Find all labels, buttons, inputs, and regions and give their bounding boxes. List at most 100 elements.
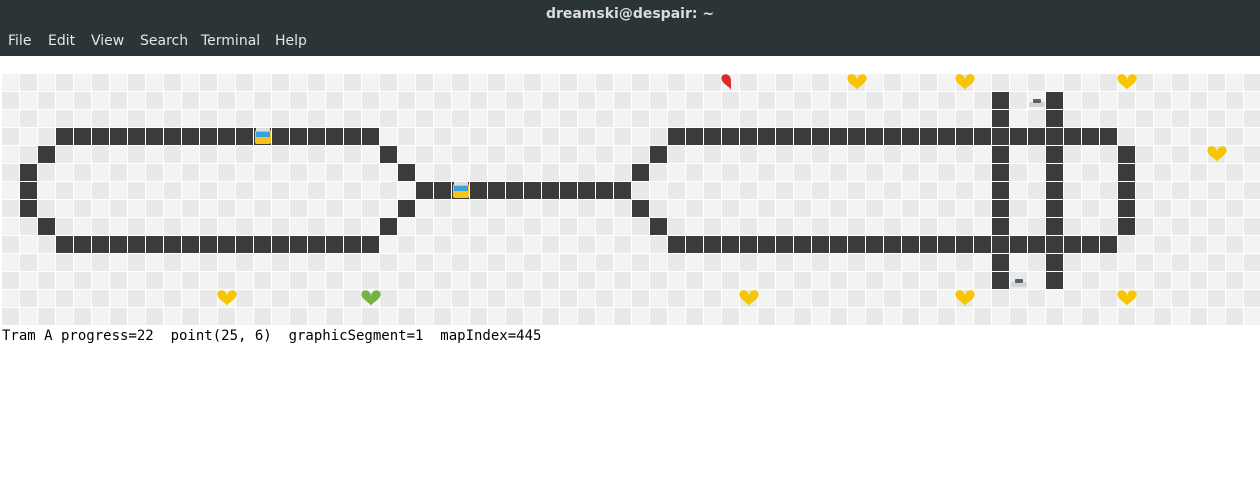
grid-cell (272, 110, 289, 127)
grid-cell (974, 110, 991, 127)
grid-cell (1136, 74, 1153, 91)
grid-cell (1190, 272, 1207, 289)
grid-cell (452, 128, 469, 145)
grid-cell (1172, 236, 1189, 253)
grid-cell (1154, 308, 1171, 325)
grid-cell (434, 92, 451, 109)
track-cell (128, 236, 145, 253)
menu-edit[interactable]: Edit (48, 28, 75, 56)
grid-cell (632, 110, 649, 127)
grid-cell (740, 110, 757, 127)
grid-cell (902, 218, 919, 235)
grid-cell (272, 290, 289, 307)
track-cell (1064, 236, 1081, 253)
grid-cell (452, 74, 469, 91)
grid-cell (1028, 110, 1045, 127)
grid-cell (110, 272, 127, 289)
grid-cell (632, 236, 649, 253)
grid-cell (146, 200, 163, 217)
grid-cell (416, 290, 433, 307)
menu-file[interactable]: File (8, 28, 31, 56)
grid-cell (1082, 74, 1099, 91)
grid-cell (506, 236, 523, 253)
grid-cell (1154, 146, 1171, 163)
grid-cell (2, 182, 19, 199)
track-cell (758, 128, 775, 145)
grid-cell (1010, 254, 1027, 271)
grid-cell (506, 272, 523, 289)
grid-cell (128, 146, 145, 163)
grid-cell (1244, 218, 1260, 235)
grid-cell (758, 200, 775, 217)
grid-cell (1208, 308, 1225, 325)
grid-cell (866, 308, 883, 325)
grid-cell (182, 254, 199, 271)
grid-cell (182, 200, 199, 217)
grid-cell (38, 92, 55, 109)
menu-search[interactable]: Search (140, 28, 188, 56)
grid-cell (704, 92, 721, 109)
grid-cell (1226, 74, 1243, 91)
grid-cell (38, 110, 55, 127)
grid-cell (452, 272, 469, 289)
track-cell (1046, 218, 1063, 235)
grid-cell (956, 164, 973, 181)
grid-cell (1244, 128, 1260, 145)
grid-cell (200, 182, 217, 199)
grid-cell (344, 110, 361, 127)
grid-cell (686, 308, 703, 325)
grid-cell (560, 110, 577, 127)
grid-cell (1028, 182, 1045, 199)
grid-cell (758, 92, 775, 109)
grid-cell (956, 308, 973, 325)
grid-cell (74, 92, 91, 109)
track-cell (758, 236, 775, 253)
grid-cell (74, 218, 91, 235)
grid-cell (1172, 164, 1189, 181)
grid-cell (308, 74, 325, 91)
grid-cell (920, 74, 937, 91)
grid-cell (884, 254, 901, 271)
terminal-area[interactable]: Tram A progress=22 point(25, 6) graphicS… (0, 56, 1260, 479)
track-cell (1046, 164, 1063, 181)
grid-cell (794, 74, 811, 91)
grid-cell (488, 110, 505, 127)
grid-cell (272, 218, 289, 235)
grid-cell (344, 290, 361, 307)
grid-cell (848, 218, 865, 235)
track-cell (1118, 146, 1135, 163)
menu-help[interactable]: Help (275, 28, 307, 56)
grid-cell (1082, 146, 1099, 163)
grid-cell (398, 182, 415, 199)
grid-cell (830, 200, 847, 217)
grid-cell (326, 182, 343, 199)
grid-cell (596, 92, 613, 109)
grid-cell (1172, 110, 1189, 127)
grid-cell (1226, 110, 1243, 127)
grid-cell (488, 272, 505, 289)
grid-cell (596, 254, 613, 271)
grid-cell (146, 308, 163, 325)
grid-cell (1190, 200, 1207, 217)
track-cell (290, 236, 307, 253)
track-cell (326, 236, 343, 253)
track-cell (200, 236, 217, 253)
grid-cell (542, 254, 559, 271)
menu-terminal[interactable]: Terminal (201, 28, 260, 56)
grid-cell (866, 110, 883, 127)
grid-cell (56, 308, 73, 325)
grid-cell (416, 74, 433, 91)
grid-cell (434, 146, 451, 163)
menu-view[interactable]: View (91, 28, 124, 56)
grid-cell (1190, 92, 1207, 109)
grid-cell (542, 110, 559, 127)
track-cell (920, 128, 937, 145)
grid-cell (254, 218, 271, 235)
grid-cell (848, 110, 865, 127)
grid-cell (524, 200, 541, 217)
grid-cell (200, 164, 217, 181)
grid-cell (452, 236, 469, 253)
grid-cell (1028, 272, 1045, 289)
track-cell (110, 128, 127, 145)
grid-cell (254, 254, 271, 271)
